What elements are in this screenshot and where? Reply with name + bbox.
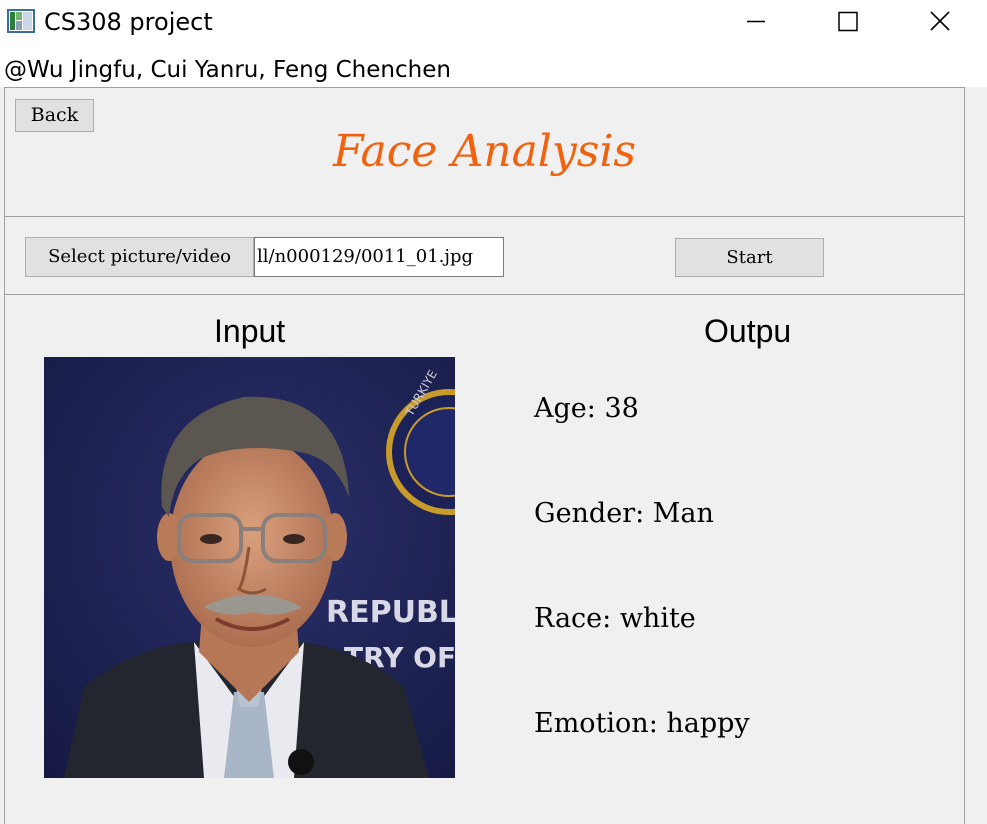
start-button[interactable]: Start — [675, 238, 824, 277]
close-button[interactable] — [917, 0, 963, 44]
title-bar: CS308 project — [0, 0, 987, 44]
maximize-icon — [838, 11, 858, 32]
close-icon — [930, 11, 950, 31]
background-text-1: REPUBL — [326, 595, 455, 630]
input-heading: Input — [214, 313, 286, 349]
gender-result: Gender: Man — [534, 498, 714, 529]
maximize-button[interactable] — [825, 0, 871, 44]
file-path-field[interactable]: ll/n000129/0011_01.jpg — [254, 237, 504, 277]
emotion-result: Emotion: happy — [534, 708, 750, 739]
window-title: CS308 project — [44, 8, 213, 36]
input-image: TURKIYE REPUBL TRY OF — [44, 357, 455, 778]
header-panel: Back Face Analysis — [4, 87, 965, 217]
app-icon — [7, 9, 35, 33]
toolbar-panel: Select picture/video ll/n000129/0011_01.… — [4, 216, 965, 295]
age-result: Age: 38 — [534, 393, 639, 424]
face-photo: TURKIYE REPUBL TRY OF — [44, 357, 455, 778]
select-file-button[interactable]: Select picture/video — [25, 237, 254, 277]
minimize-icon — [747, 20, 765, 23]
content-panel: Input Outpu TURKIYE REPUBL TRY OF Age: 3… — [4, 294, 965, 824]
authors-label: @Wu Jingfu, Cui Yanru, Feng Chenchen — [4, 57, 451, 83]
race-result: Race: white — [534, 603, 696, 634]
output-heading: Outpu — [704, 313, 792, 349]
page-title: Face Analysis — [333, 126, 636, 177]
file-path-value: ll/n000129/0011_01.jpg — [257, 246, 474, 267]
minimize-button[interactable] — [733, 0, 779, 44]
authors-bar: @Wu Jingfu, Cui Yanru, Feng Chenchen — [0, 44, 987, 87]
